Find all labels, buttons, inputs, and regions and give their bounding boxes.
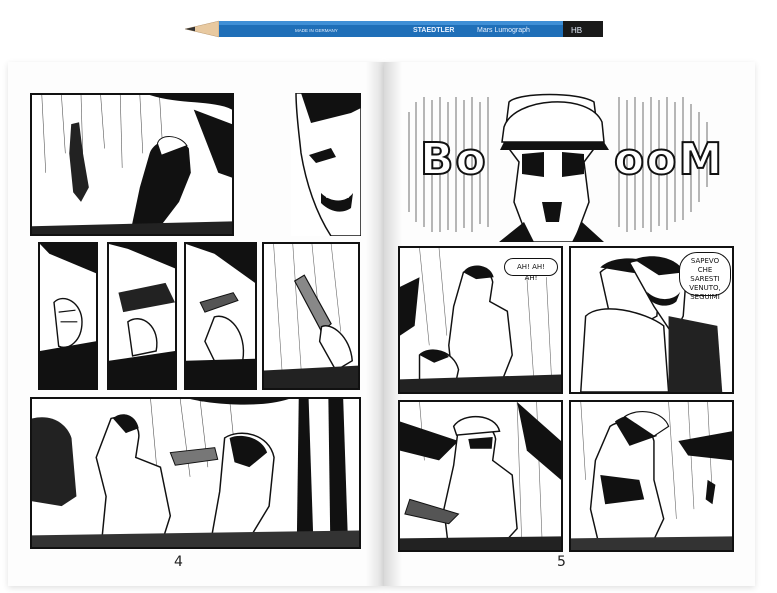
- panel-grinning-man: SAPEVO CHE SARESTI VENUTO, SEGUIMI: [569, 246, 734, 394]
- speech-line-2: SARESTI: [690, 275, 720, 283]
- right-page-number: 5: [557, 554, 566, 570]
- panel-laughing-man: AH! AH! AH!: [398, 246, 563, 394]
- panel-forest-standoff: [30, 397, 361, 549]
- panel-face-closeup: [291, 93, 361, 236]
- panel-soldier-cap: [398, 400, 563, 552]
- speech-bubble-follow: SAPEVO CHE SARESTI VENUTO, SEGUIMI: [679, 252, 731, 301]
- pencil-made-in: MADE IN GERMANY: [295, 28, 338, 33]
- panel-rain-soldier: [30, 93, 234, 236]
- speech-line-4: SEGUIMI: [690, 293, 720, 301]
- panel-carrying: [569, 400, 734, 552]
- left-page: 4: [8, 62, 384, 586]
- pencil-brand: STAEDTLER: [413, 27, 454, 34]
- pencil-image: MADE IN GERMANY STAEDTLER Mars Lumograph…: [185, 20, 603, 38]
- sfx-boom-right: ooM: [613, 133, 725, 186]
- panel-gun-draw: [184, 242, 257, 390]
- speech-line-1: SAPEVO CHE: [690, 257, 720, 274]
- speech-bubble-laugh: AH! AH! AH!: [504, 258, 558, 282]
- pencil-model: Mars Lumograph: [477, 27, 530, 34]
- panel-pistol-hand: [262, 242, 360, 390]
- left-page-number: 4: [174, 554, 183, 570]
- panel-gesture-1: [38, 242, 98, 390]
- sfx-boom-left: Bo: [419, 133, 488, 186]
- panel-boom-splash: Bo ooM: [404, 92, 724, 242]
- speech-line-3: VENUTO,: [689, 284, 721, 292]
- pencil-grade: HB: [571, 26, 582, 35]
- right-page: Bo ooM AH! AH! AH! SAPEVO CHE SARESTI VE…: [384, 62, 755, 586]
- panel-gesture-2: [107, 242, 177, 390]
- comic-spread: MADE IN GERMANY STAEDTLER Mars Lumograph…: [0, 0, 777, 593]
